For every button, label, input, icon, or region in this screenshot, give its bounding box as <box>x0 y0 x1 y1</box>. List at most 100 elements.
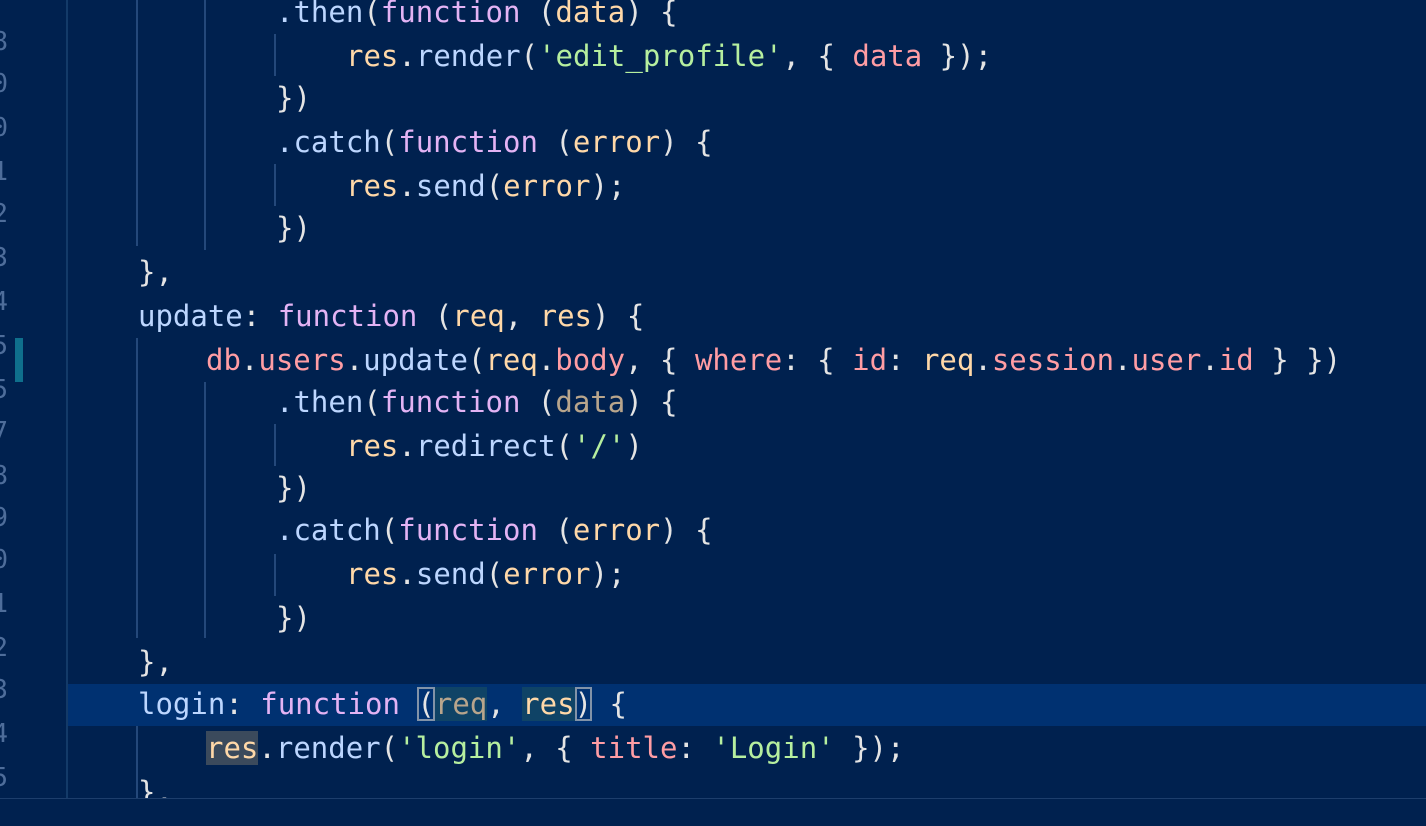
code-line[interactable]: login: function (req, res) { <box>68 682 627 726</box>
code-line[interactable]: res.render('edit_profile', { data }); <box>68 34 992 78</box>
code-line[interactable]: }, <box>68 250 173 294</box>
code-token: ( <box>380 125 399 159</box>
line-number: 2 <box>0 199 8 229</box>
code-token: user <box>1131 343 1202 377</box>
code-token: res <box>346 39 399 73</box>
code-token: }) <box>276 471 311 505</box>
code-token: ) <box>574 687 593 721</box>
code-token: .catch <box>276 513 381 547</box>
code-token: function <box>398 513 538 547</box>
code-token: }, <box>138 255 173 289</box>
code-token: function <box>380 0 521 29</box>
code-token: ( <box>417 687 435 721</box>
code-token: ) { <box>625 385 678 419</box>
code-line[interactable]: .then(function (data) { <box>68 0 678 34</box>
code-token: db <box>206 343 241 377</box>
line-number: 1 <box>0 589 8 619</box>
code-token: update <box>363 343 468 377</box>
line-number: 0 <box>0 545 8 575</box>
modified-line-indicator <box>15 338 23 382</box>
editor-bottom-bar <box>0 798 1426 826</box>
code-line[interactable]: res.redirect('/') <box>68 424 643 468</box>
code-token: res <box>539 299 592 333</box>
code-token: , { <box>625 343 695 377</box>
line-number: 8 <box>0 461 8 491</box>
code-token: title <box>590 731 678 765</box>
line-number: 8 <box>0 27 8 57</box>
code-token: ( <box>467 343 486 377</box>
code-token: . <box>240 343 259 377</box>
code-token: }, <box>138 645 173 679</box>
code-token: res <box>346 557 399 591</box>
code-token: . <box>398 557 416 591</box>
code-line[interactable]: res.render('login', { title: 'Login' }); <box>68 726 904 770</box>
line-number: 3 <box>0 243 8 273</box>
code-line[interactable]: update: function (req, res) { <box>68 294 644 338</box>
code-token: .then <box>276 0 364 29</box>
code-line[interactable]: db.users.update(req.body, { where: { id:… <box>68 338 1341 382</box>
code-token: ); <box>590 169 626 203</box>
code-token: 'Login' <box>712 731 835 765</box>
code-token: }); <box>834 731 905 765</box>
code-line[interactable]: .catch(function (error) { <box>68 508 713 552</box>
code-token: 'edit_profile' <box>538 39 783 73</box>
code-token: ( <box>485 169 504 203</box>
code-line[interactable]: .catch(function (error) { <box>68 120 713 164</box>
code-token: ) <box>625 429 643 463</box>
code-token: ( <box>520 385 556 419</box>
code-token: users <box>258 343 346 377</box>
code-token: .catch <box>276 125 381 159</box>
code-token: error <box>503 557 591 591</box>
code-line[interactable]: res.send(error); <box>68 552 625 596</box>
code-token: : <box>242 299 278 333</box>
code-token: }) <box>276 601 311 635</box>
code-token: . <box>1114 343 1132 377</box>
code-token: , <box>504 299 540 333</box>
code-line[interactable]: }) <box>68 466 311 510</box>
code-token: data <box>852 39 923 73</box>
code-token: } }) <box>1253 343 1342 377</box>
code-token: : { <box>782 343 853 377</box>
code-token: login <box>138 687 226 721</box>
line-number: 0 <box>0 69 8 99</box>
line-number: 5 <box>0 763 8 793</box>
code-token: error <box>572 125 661 159</box>
code-token: res <box>346 429 399 463</box>
line-number: 5 <box>0 375 8 405</box>
code-line[interactable]: }, <box>68 640 173 684</box>
code-line[interactable]: }) <box>68 76 311 120</box>
code-token: body <box>555 343 626 377</box>
code-line[interactable]: }) <box>68 206 311 250</box>
code-token: { <box>592 687 627 721</box>
code-line[interactable]: }, <box>68 770 173 798</box>
code-token: }) <box>276 81 311 115</box>
code-token: req <box>921 343 975 377</box>
code-token: , { <box>520 731 591 765</box>
code-token: . <box>398 39 416 73</box>
code-token: ( <box>417 299 453 333</box>
code-token: update <box>138 299 243 333</box>
code-token: res <box>346 169 399 203</box>
code-line[interactable]: .then(function (data) { <box>68 380 678 424</box>
code-token: req <box>485 343 538 377</box>
code-token: render <box>275 731 381 765</box>
code-token: ) { <box>660 513 713 547</box>
code-token: ( <box>363 0 381 29</box>
code-token: ( <box>537 513 573 547</box>
code-editor[interactable]: 800123455789012345 .then(function (data)… <box>0 0 1426 798</box>
code-token: 'login' <box>398 731 521 765</box>
code-token: where <box>694 343 783 377</box>
line-number: 4 <box>0 719 8 749</box>
code-token: . <box>258 731 276 765</box>
code-token: ( <box>485 557 504 591</box>
code-token: , <box>487 687 523 721</box>
code-token: . <box>974 343 992 377</box>
code-token: }) <box>276 211 311 245</box>
code-line[interactable]: }) <box>68 596 311 640</box>
code-token: req <box>452 299 505 333</box>
code-line[interactable]: res.send(error); <box>68 164 625 208</box>
code-token: ) { <box>660 125 713 159</box>
code-token: data <box>555 0 626 29</box>
code-token: .then <box>276 385 364 419</box>
code-token: function <box>398 125 538 159</box>
